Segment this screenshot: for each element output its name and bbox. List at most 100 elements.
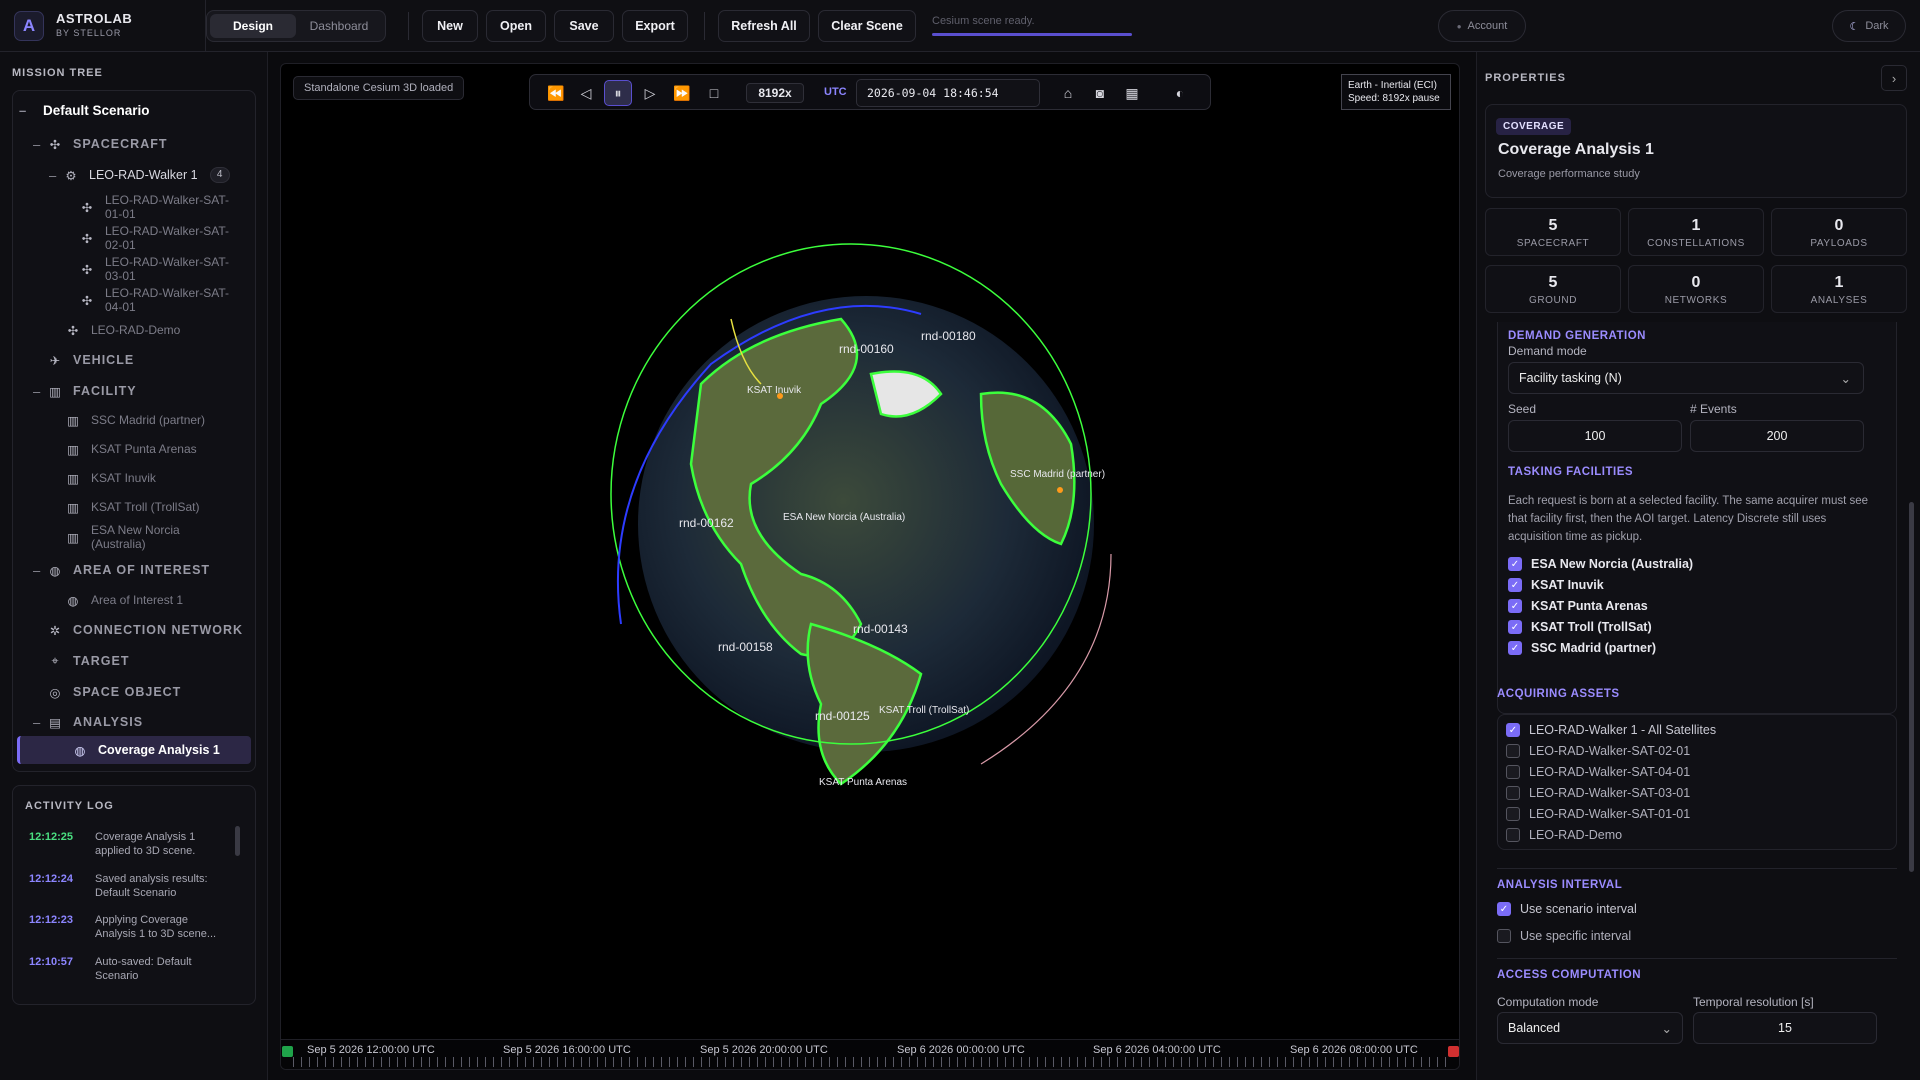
tree-walker[interactable]: – ⚙ LEO-RAD-Walker 1 4 — [49, 167, 230, 183]
tree-sat[interactable]: ✣ LEO-RAD-Walker-SAT-03-01 — [79, 255, 243, 283]
asset-checkbox[interactable]: LEO-RAD-Walker-SAT-02-01 — [1506, 744, 1690, 758]
check-icon: ✓ — [1508, 620, 1522, 634]
use-specific-checkbox[interactable]: Use specific interval — [1497, 929, 1631, 943]
timeline-start-marker[interactable] — [282, 1046, 293, 1057]
facility-marker[interactable] — [1057, 487, 1063, 493]
timeline-label: Sep 5 2026 20:00:00 UTC — [700, 1044, 828, 1056]
stat-value: 5 — [1548, 274, 1558, 291]
building-icon: ▥ — [67, 530, 79, 545]
collapse-icon[interactable]: – — [33, 563, 47, 578]
tree-space-object[interactable]: ◎ SPACE OBJECT — [47, 684, 181, 700]
globe-label: KSAT Troll (TrollSat) — [879, 705, 969, 716]
collapse-icon[interactable]: – — [33, 384, 47, 399]
building-icon: ▥ — [49, 384, 61, 399]
asset-checkbox[interactable]: LEO-RAD-Demo — [1506, 828, 1622, 842]
satellite-icon: ✣ — [81, 293, 93, 308]
collapse-icon[interactable]: – — [49, 168, 63, 183]
log-time: 12:12:23 — [29, 914, 74, 926]
checkbox-empty-icon — [1506, 744, 1520, 758]
collapse-icon[interactable]: – — [19, 103, 33, 118]
collapse-icon[interactable]: – — [33, 137, 47, 152]
tree-root[interactable]: – Default Scenario — [19, 103, 150, 118]
asset-checkbox[interactable]: ✓ LEO-RAD-Walker 1 - All Satellites — [1506, 723, 1716, 737]
tree-sat[interactable]: ✣ LEO-RAD-Walker-SAT-02-01 — [79, 224, 243, 252]
checkbox-label: KSAT Troll (TrollSat) — [1531, 620, 1652, 634]
stat-label: NETWORKS — [1664, 295, 1728, 306]
facility-label: KSAT Punta Arenas — [91, 442, 197, 456]
theme-toggle[interactable]: ☾ Dark — [1832, 10, 1906, 42]
timeline-end-marker[interactable] — [1448, 1046, 1459, 1057]
mission-tree-title: MISSION TREE — [12, 67, 103, 79]
facility-label: SSC Madrid (partner) — [91, 413, 206, 427]
checkbox-label: LEO-RAD-Walker-SAT-01-01 — [1529, 807, 1691, 821]
tree-target[interactable]: ⌖ TARGET — [47, 653, 129, 669]
refresh-all-button[interactable]: Refresh All — [718, 10, 810, 42]
tree-sat[interactable]: ✣ LEO-RAD-Walker-SAT-04-01 — [79, 286, 243, 314]
tree-analysis-item[interactable]: ◍ Coverage Analysis 1 — [17, 736, 251, 764]
seed-input[interactable]: 100 — [1508, 420, 1682, 452]
tree-vehicle[interactable]: ✈ VEHICLE — [47, 352, 134, 368]
tree-analysis[interactable]: – ▤ ANALYSIS — [33, 714, 143, 730]
tasking-checkbox[interactable]: ✓ KSAT Inuvik — [1508, 578, 1604, 592]
tasking-checkbox[interactable]: ✓ KSAT Troll (TrollSat) — [1508, 620, 1652, 634]
asset-checkbox[interactable]: LEO-RAD-Walker-SAT-01-01 — [1506, 807, 1690, 821]
clear-scene-button[interactable]: Clear Scene — [818, 10, 916, 42]
tree-network[interactable]: ✲ CONNECTION NETWORK — [47, 622, 243, 638]
demand-mode-select[interactable]: Facility tasking (N) ⌄ — [1508, 362, 1864, 394]
tree-facility-item[interactable]: ▥ KSAT Inuvik — [65, 470, 156, 486]
asset-checkbox[interactable]: LEO-RAD-Walker-SAT-04-01 — [1506, 765, 1690, 779]
cesium-viewport[interactable]: Standalone Cesium 3D loaded ⏪ ◁ ⏸ ▷ ⏩ □ … — [280, 63, 1460, 1070]
save-button[interactable]: Save — [554, 10, 614, 42]
divider — [1497, 958, 1897, 959]
sat-label: LEO-RAD-Walker-SAT-04-01 — [105, 286, 230, 314]
building-icon: ▥ — [67, 500, 79, 515]
tasking-checkbox[interactable]: ✓ SSC Madrid (partner) — [1508, 641, 1656, 655]
chevron-right-icon[interactable]: › — [1881, 65, 1907, 91]
new-button[interactable]: New — [422, 10, 478, 42]
type-chip: COVERAGE — [1496, 118, 1572, 135]
use-scenario-checkbox[interactable]: ✓ Use scenario interval — [1497, 902, 1637, 916]
tree-sat[interactable]: ✣ LEO-RAD-Walker-SAT-01-01 — [79, 193, 243, 221]
tasking-title: TASKING FACILITIES — [1508, 466, 1634, 478]
account-button[interactable]: ● Account — [1438, 10, 1526, 42]
building-icon: ▥ — [67, 471, 79, 486]
tab-dashboard[interactable]: Dashboard — [296, 14, 382, 38]
check-icon: ✓ — [1508, 578, 1522, 592]
tree-facility[interactable]: – ▥ FACILITY — [33, 383, 137, 399]
export-button[interactable]: Export — [622, 10, 688, 42]
checkbox-empty-icon — [1506, 828, 1520, 842]
brand: A ASTROLAB BY STELLOR — [0, 0, 206, 52]
asset-checkbox[interactable]: LEO-RAD-Walker-SAT-03-01 — [1506, 786, 1690, 800]
airplane-icon: ✈ — [49, 353, 61, 368]
collapse-icon[interactable]: – — [33, 715, 47, 730]
seed-label: Seed — [1508, 402, 1537, 416]
walker-label: LEO-RAD-Walker 1 — [89, 168, 198, 182]
brand-sub: BY STELLOR — [56, 27, 122, 38]
log-time: 12:10:57 — [29, 956, 74, 968]
timeline-label: Sep 5 2026 12:00:00 UTC — [307, 1044, 435, 1056]
constellation-icon: ⚙ — [65, 168, 77, 183]
tasking-checkbox[interactable]: ✓ KSAT Punta Arenas — [1508, 599, 1648, 613]
tree-facility-item[interactable]: ▥ SSC Madrid (partner) — [65, 412, 205, 428]
stat-value: 1 — [1834, 274, 1844, 291]
temporal-resolution-input[interactable]: 15 — [1693, 1012, 1877, 1044]
stat-label: GROUND — [1528, 295, 1578, 306]
stat-label: PAYLOADS — [1810, 238, 1868, 249]
tree-facility-item[interactable]: ▥ KSAT Troll (TrollSat) — [65, 499, 199, 515]
tree-facility-item[interactable]: ▥ ESA New Norcia (Australia) — [65, 523, 221, 551]
tab-design[interactable]: Design — [210, 14, 296, 38]
tree-spacecraft[interactable]: – ✣ SPACECRAFT — [33, 136, 168, 152]
tree-facility-item[interactable]: ▥ KSAT Punta Arenas — [65, 441, 197, 457]
tree-aoi[interactable]: – ◍ AREA OF INTEREST — [33, 562, 210, 578]
properties-scrollbar[interactable] — [1909, 502, 1914, 872]
log-scrollbar[interactable] — [235, 826, 240, 856]
tasking-checkbox[interactable]: ✓ ESA New Norcia (Australia) — [1508, 557, 1693, 571]
events-input[interactable]: 200 — [1690, 420, 1864, 452]
globe-scene[interactable]: rnd-00180 rnd-00160 KSAT Inuvik SSC Madr… — [281, 64, 1460, 1070]
tree-aoi-item[interactable]: ◍ Area of Interest 1 — [65, 592, 184, 608]
open-button[interactable]: Open — [486, 10, 546, 42]
computation-mode-select[interactable]: Balanced ⌄ — [1497, 1012, 1683, 1044]
tree-demo[interactable]: ✣ LEO-RAD-Demo — [65, 322, 181, 338]
timeline[interactable]: Sep 5 2026 12:00:00 UTC Sep 5 2026 16:00… — [281, 1039, 1459, 1069]
stat-value: 1 — [1691, 217, 1701, 234]
